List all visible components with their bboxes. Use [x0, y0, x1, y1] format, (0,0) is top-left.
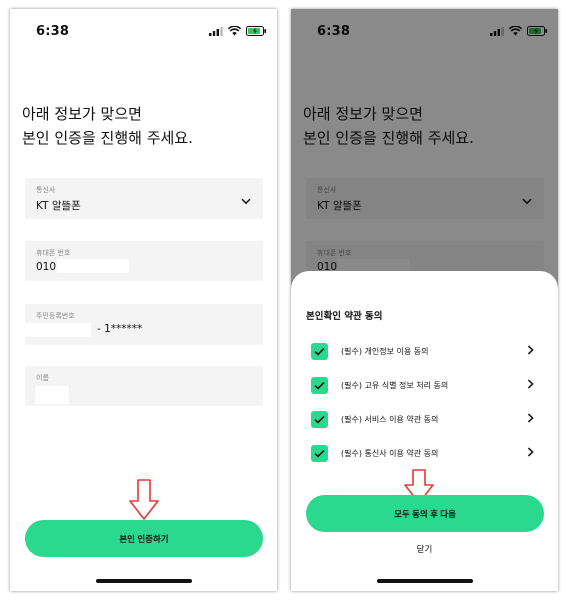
close-button[interactable]: 닫기 [291, 543, 558, 555]
carrier-value: KT 알뜰폰 [36, 200, 81, 212]
status-icons [209, 26, 267, 36]
phone-number-field[interactable]: 휴대폰 번호 010 [25, 241, 263, 281]
carrier-label: 통신사 [36, 186, 56, 194]
phone-number-label: 휴대폰 번호 [36, 249, 71, 257]
check-icon[interactable] [311, 342, 328, 360]
redaction-mask [57, 259, 129, 273]
name-label: 이름 [36, 374, 49, 382]
signal-icon [209, 26, 223, 36]
name-field[interactable]: 이름 [25, 366, 263, 406]
down-arrow-annotation [129, 479, 159, 520]
status-bar: 6:38 [10, 9, 277, 55]
consent-item[interactable]: (필수) 개인정보 이용 동의 [311, 340, 538, 362]
consent-bottom-sheet: 본인확인 약관 동의 (필수) 개인정보 이용 동의 (필수) 고유 식별 정보… [291, 271, 558, 591]
check-icon[interactable] [311, 410, 328, 428]
home-indicator [96, 579, 192, 583]
resident-id-value: - 1****** [97, 323, 143, 335]
resident-id-label: 주민등록번호 [36, 312, 75, 320]
chevron-down-icon [241, 195, 251, 208]
sheet-title: 본인확인 약관 동의 [306, 311, 383, 322]
redaction-mask [25, 323, 91, 337]
chevron-right-icon[interactable] [527, 344, 534, 358]
battery-icon [246, 26, 267, 36]
consent-item-label: (필수) 고유 식별 정보 처리 동의 [341, 380, 449, 390]
headline-line-1: 아래 정보가 맞으면 [22, 105, 142, 123]
headline: 아래 정보가 맞으면 본인 인증을 진행해 주세요. [22, 102, 193, 150]
chevron-right-icon[interactable] [527, 412, 534, 426]
chevron-right-icon[interactable] [527, 378, 534, 392]
consent-item[interactable]: (필수) 고유 식별 정보 처리 동의 [311, 374, 538, 396]
consent-item-label: (필수) 개인정보 이용 동의 [341, 346, 429, 356]
consent-item-label: (필수) 통신사 이용 약관 동의 [341, 448, 439, 458]
wifi-icon [228, 26, 241, 36]
consent-item-label: (필수) 서비스 이용 약관 동의 [341, 414, 439, 424]
redaction-mask [35, 386, 69, 404]
home-indicator [377, 579, 473, 583]
check-icon[interactable] [311, 444, 328, 462]
consent-item[interactable]: (필수) 통신사 이용 약관 동의 [311, 442, 538, 464]
check-icon[interactable] [311, 376, 328, 394]
chevron-right-icon[interactable] [527, 446, 534, 460]
agree-all-next-button[interactable]: 모두 동의 후 다음 [306, 495, 544, 532]
carrier-select[interactable]: 통신사 KT 알뜰폰 [25, 178, 263, 219]
phone-screen-consent-sheet: 6:38 아래 정보가 맞으면 본인 인증을 진행해 주세요. 통신사 KT 알… [291, 9, 558, 591]
headline-line-2: 본인 인증을 진행해 주세요. [22, 129, 193, 147]
phone-number-value: 010 [36, 261, 57, 273]
phone-screen-identity-form: 6:38 아래 정보가 맞으면 본인 인증을 진행해 주세요. 통신사 KT 알… [10, 9, 277, 591]
status-time: 6:38 [36, 24, 70, 39]
verify-identity-button[interactable]: 본인 인증하기 [25, 520, 263, 557]
consent-item[interactable]: (필수) 서비스 이용 약관 동의 [311, 408, 538, 430]
resident-id-field[interactable]: 주민등록번호 - 1****** [25, 304, 263, 345]
